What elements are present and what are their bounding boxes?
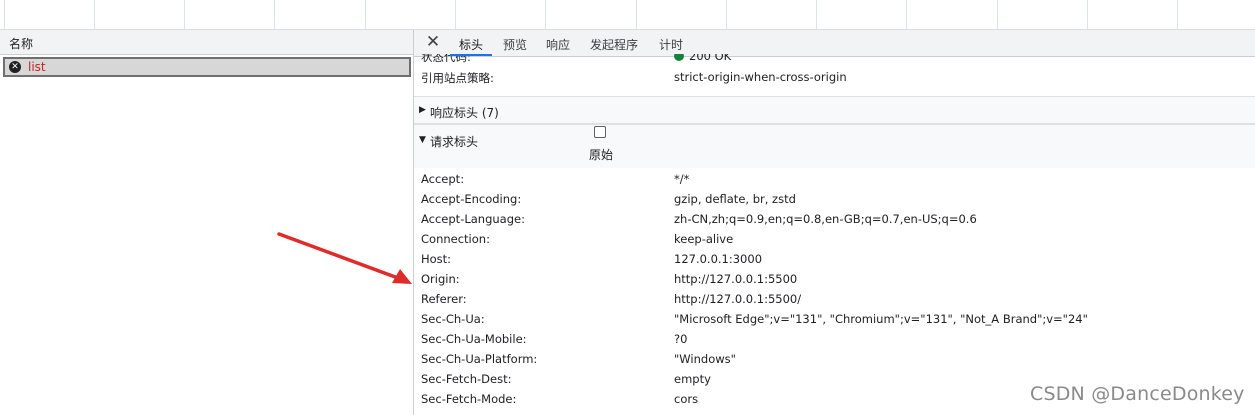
header-value: */* (674, 172, 690, 186)
header-value: gzip, deflate, br, zstd (674, 192, 796, 206)
header-name: Accept-Encoding: (421, 192, 522, 206)
header-name: Connection: (421, 232, 490, 246)
request-headers-section[interactable]: ▼ 请求标头 (414, 124, 1255, 168)
header-value: "Windows" (674, 352, 736, 366)
error-icon: ✕ (9, 61, 21, 73)
raw-checkbox-label: 原始 (589, 148, 614, 162)
header-value: http://127.0.0.1:5500/ (674, 292, 802, 306)
timeline-gridline (997, 0, 998, 29)
header-value: empty (674, 372, 711, 386)
timeline-gridline (726, 0, 727, 29)
watermark-text: CSDN @DanceDonkey (1030, 383, 1245, 405)
request-name: list (28, 60, 46, 74)
tab-timing-overlay[interactable]: 计时 (659, 36, 683, 53)
header-name: Accept: (421, 172, 465, 186)
header-value-origin: http://127.0.0.1:5500 (674, 272, 798, 286)
timeline-gridline (94, 0, 95, 29)
header-value: keep-alive (674, 232, 734, 246)
header-value: "Microsoft Edge";v="131", "Chromium";v="… (674, 312, 1088, 326)
header-name: Sec-Ch-Ua-Mobile: (421, 332, 527, 346)
timeline-gridline (545, 0, 546, 29)
tab-preview-overlay[interactable]: 预览 (503, 36, 527, 53)
request-list-panel: 名称 ✕ list (0, 30, 413, 415)
header-name: Host: (421, 252, 452, 266)
active-tab-indicator (450, 54, 492, 56)
header-name: Referer: (421, 292, 467, 306)
timeline-gridline (906, 0, 907, 29)
header-name: Sec-Ch-Ua: (421, 312, 485, 326)
timeline-gridline (365, 0, 366, 29)
header-name: Sec-Fetch-Dest: (421, 372, 512, 386)
request-detail-panel: ✕ 标头 预览 响应 发起程序 计时 状态代码: 200 OK ✕ 标头 预览 … (414, 30, 1255, 415)
tab-headers-overlay[interactable]: 标头 (459, 36, 483, 53)
close-icon[interactable]: ✕ (424, 32, 442, 52)
timeline-gridline (1087, 0, 1088, 29)
tab-initiator-overlay[interactable]: 发起程序 (590, 36, 638, 53)
timeline-gridline (455, 0, 456, 29)
response-headers-title: 响应标头 (7) (430, 106, 499, 120)
name-column-header[interactable]: 名称 (0, 30, 413, 55)
tab-response-overlay[interactable]: 响应 (546, 36, 570, 53)
timeline-gridline (274, 0, 275, 29)
timeline-gridline (636, 0, 637, 29)
header-value: 127.0.0.1:3000 (674, 252, 763, 266)
header-value: ?0 (674, 332, 688, 346)
request-row-list[interactable]: ✕ list (3, 57, 411, 77)
timeline-gridline (816, 0, 817, 29)
header-name: Sec-Fetch-Mode: (421, 392, 517, 406)
referrer-policy-value: strict-origin-when-cross-origin (674, 70, 847, 84)
referrer-policy-label: 引用站点策略: (421, 71, 494, 85)
name-column-label: 名称 (9, 37, 34, 51)
timeline-overview[interactable] (0, 0, 1255, 30)
expand-triangle-icon: ▶ (419, 105, 426, 115)
header-name-origin: Origin: (421, 272, 460, 286)
timeline-gridline (1177, 0, 1178, 29)
detail-tab-bar-overlay: ✕ 标头 预览 响应 发起程序 计时 (414, 30, 1255, 56)
header-name: Accept-Language: (421, 212, 525, 226)
header-name: Sec-Ch-Ua-Platform: (421, 352, 538, 366)
timeline-gridline (4, 0, 5, 29)
raw-checkbox[interactable] (594, 126, 606, 138)
request-headers-title: 请求标头 (430, 135, 479, 149)
header-value: cors (674, 392, 699, 406)
response-headers-section[interactable]: ▶ 响应标头 (7) (414, 96, 1255, 124)
collapse-triangle-icon: ▼ (419, 135, 426, 145)
header-value: zh-CN,zh;q=0.9,en;q=0.8,en-GB;q=0.7,en-U… (674, 212, 977, 226)
timeline-gridline (184, 0, 185, 29)
